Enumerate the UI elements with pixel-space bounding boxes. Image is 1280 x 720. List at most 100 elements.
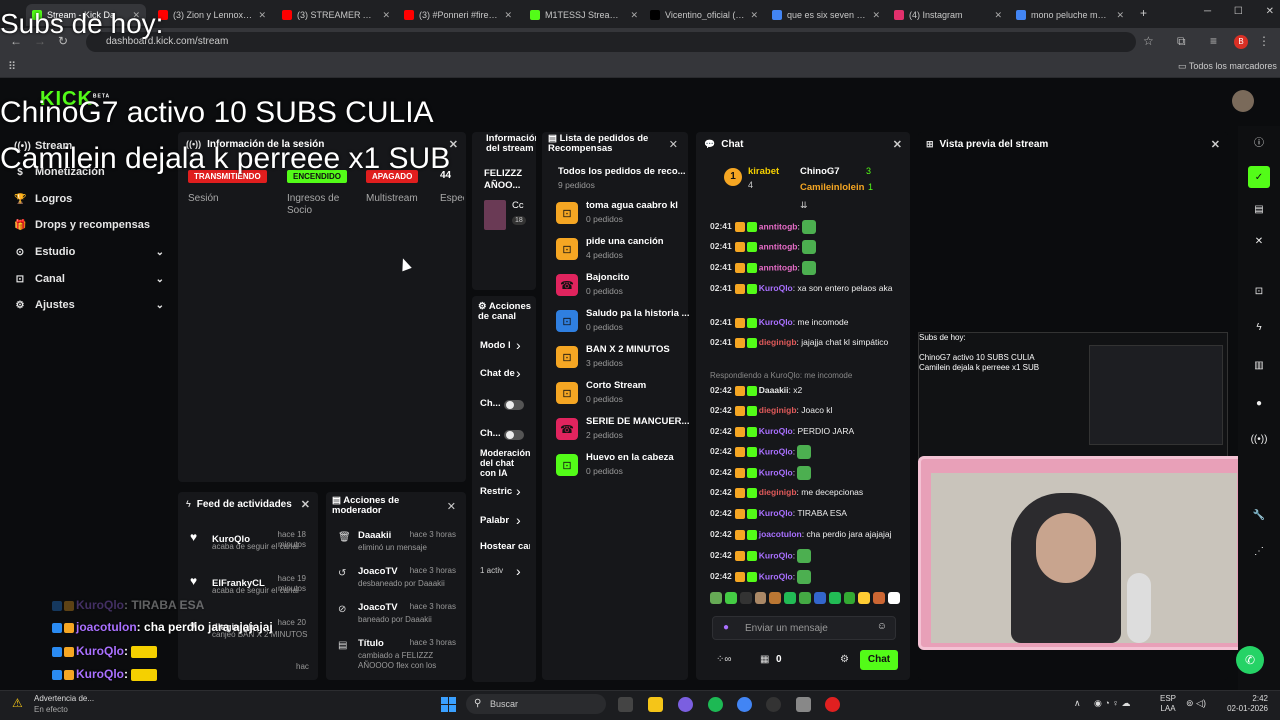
all-requests-label[interactable]: Todos los pedidos de reco...	[558, 166, 686, 177]
chat-username[interactable]: Daaakii	[759, 385, 789, 395]
reward-request-item[interactable]: ⊡ pide una canción 4 pedidos	[556, 236, 696, 268]
reward-request-item[interactable]: ⊡ Corto Stream 0 pedidos	[556, 380, 696, 412]
discord-icon[interactable]	[678, 697, 693, 712]
broadcast-rail-icon[interactable]: ((•))	[1248, 428, 1270, 450]
share-icon[interactable]: ⋰	[1248, 540, 1270, 562]
emote-icon[interactable]	[724, 592, 737, 604]
layout-icon[interactable]: ▤	[1248, 198, 1270, 220]
profile-avatar[interactable]: B	[1234, 35, 1248, 49]
emote-icon[interactable]	[710, 592, 722, 604]
chat-username[interactable]: KuroQlo	[759, 317, 793, 327]
emote-icon[interactable]	[799, 592, 811, 604]
chevron-right-icon[interactable]: ›	[516, 512, 521, 528]
close-window-icon[interactable]: ✕	[1266, 6, 1274, 17]
channel-action-item[interactable]: Restric	[480, 486, 530, 497]
tab-close-icon[interactable]: ✕	[504, 10, 512, 21]
chat-username[interactable]: KuroQlo	[759, 446, 793, 456]
browser-tab[interactable]: (3) #Ponneri #firecra ✕	[398, 4, 518, 26]
emote-icon[interactable]	[858, 592, 871, 604]
emote-icon[interactable]	[754, 592, 767, 604]
maximize-icon[interactable]: ☐	[1234, 6, 1243, 17]
spotify-icon[interactable]	[708, 697, 723, 712]
close-icon[interactable]: ✕	[893, 138, 902, 151]
close-icon[interactable]: ✕	[301, 498, 310, 511]
close-rail-icon[interactable]: ✕	[1248, 230, 1270, 252]
task-view-icon[interactable]	[618, 697, 633, 712]
extensions-icon[interactable]: ⧉	[1177, 34, 1186, 49]
sidebar-item-drops[interactable]: 🎁 Drops y recompensas	[14, 215, 164, 235]
category-thumbnail[interactable]	[484, 200, 506, 230]
browser-tab[interactable]: (4) Instagram ✕	[888, 4, 1008, 26]
top-gifter-name[interactable]: Camileinlolein	[800, 182, 864, 193]
store-icon[interactable]: ▦	[760, 654, 769, 665]
taskbar-search[interactable]: ⚲ Buscar	[466, 694, 606, 714]
chat-username[interactable]: KuroQlo	[759, 426, 793, 436]
chat-username[interactable]: dieginigb	[759, 405, 797, 415]
network-volume-icons[interactable]: ⊚ ◁)	[1186, 698, 1206, 709]
mic-icon[interactable]: ●	[723, 622, 729, 633]
emote-icon[interactable]	[769, 592, 782, 604]
chevron-right-icon[interactable]: ›	[516, 365, 521, 381]
browser-tab[interactable]: (3) STREAMER ALCO ✕	[276, 4, 396, 26]
sidebar-item-ajustes[interactable]: ⚙ Ajustes ⌄	[14, 295, 164, 315]
chat-username[interactable]: KuroQlo	[759, 283, 793, 293]
chat-username[interactable]: dieginigb	[759, 337, 797, 347]
channel-action-item[interactable]: Palabr	[480, 515, 530, 526]
emote-icon[interactable]	[739, 592, 752, 604]
reward-request-item[interactable]: ⊡ toma agua caabro kl 0 pedidos	[556, 200, 696, 232]
tab-close-icon[interactable]: ✕	[750, 10, 758, 21]
tray-chevron-icon[interactable]: ∧	[1074, 698, 1081, 709]
tab-close-icon[interactable]: ✕	[630, 10, 638, 21]
language-indicator[interactable]: ESP LAA	[1160, 694, 1176, 714]
tab-close-icon[interactable]: ✕	[258, 10, 266, 21]
chat-rail-icon[interactable]: ●	[1248, 392, 1270, 414]
chat-username[interactable]: anntitogb	[759, 262, 798, 272]
reward-request-item[interactable]: ⊡ BAN X 2 MINUTOS 3 pedidos	[556, 344, 696, 376]
tray-icons[interactable]: ◉ ◔ ♀ ☁	[1094, 698, 1131, 709]
chat-username[interactable]: anntitogb	[759, 241, 798, 251]
reward-request-item[interactable]: ⊡ Saludo pa la historia ... 0 pedidos	[556, 308, 696, 340]
channel-action-item[interactable]: Chat de	[480, 368, 530, 379]
wrench-icon[interactable]: 🔧	[1248, 504, 1270, 526]
file-explorer-icon[interactable]	[648, 697, 663, 712]
chat-input[interactable]: ● Enviar un mensaje ☺	[712, 616, 896, 640]
points-icon[interactable]: ⁘∞	[716, 654, 732, 665]
reward-request-item[interactable]: ☎ SERIE DE MANCUER... 2 pedidos	[556, 416, 696, 448]
chat-username[interactable]: KuroQlo	[759, 508, 793, 518]
tab-close-icon[interactable]: ✕	[382, 10, 390, 21]
tab-close-icon[interactable]: ✕	[872, 10, 880, 21]
pin-icon[interactable]: ⇊	[800, 200, 808, 211]
activity-user[interactable]: KuroQlo	[212, 534, 250, 545]
emote-icon[interactable]	[888, 592, 900, 604]
record-icon[interactable]	[825, 697, 840, 712]
sidebar-item-canal[interactable]: ⊡ Canal ⌄	[14, 269, 164, 289]
clock[interactable]: 2:42 02-01-2026	[1222, 694, 1268, 714]
media-icon[interactable]: ≡	[1210, 34, 1217, 48]
chat-username[interactable]: KuroQlo	[759, 550, 793, 560]
url-field[interactable]: dashboard.kick.com/stream	[86, 32, 1136, 52]
notes-icon[interactable]: ▥	[1248, 354, 1270, 376]
menu-icon[interactable]: ⋮	[1258, 34, 1270, 48]
whatsapp-icon[interactable]: ✆	[1236, 646, 1264, 674]
channel-action-item[interactable]: Modo l	[480, 340, 530, 351]
chevron-right-icon[interactable]: ›	[516, 483, 521, 499]
app-icon[interactable]	[796, 697, 811, 712]
warning-icon[interactable]: ⚠	[12, 696, 23, 710]
top-gifter-name[interactable]: ChinoG7	[800, 166, 840, 177]
top-gifter-name[interactable]: kirabet	[748, 166, 779, 177]
minimize-icon[interactable]: ─	[1204, 6, 1211, 17]
chat-username[interactable]: joacotulon	[759, 529, 802, 539]
user-avatar[interactable]	[1232, 90, 1254, 112]
info-icon[interactable]: ⓘ	[1248, 130, 1270, 152]
obs-icon[interactable]	[766, 697, 781, 712]
apps-grid-icon[interactable]: ⠿	[8, 60, 16, 73]
close-icon[interactable]: ✕	[1211, 138, 1220, 151]
reward-request-item[interactable]: ☎ Bajoncito 0 pedidos	[556, 272, 696, 304]
chevron-down-icon[interactable]: ⌄	[156, 300, 164, 311]
emoji-icon[interactable]: ☺	[877, 621, 887, 632]
toggle-switch[interactable]	[504, 430, 524, 440]
browser-tab[interactable]: (3) Zion y Lennox - H ✕	[152, 4, 272, 26]
browser-tab[interactable]: M1TESSJ Stream - W ✕	[524, 4, 644, 26]
windows-start-icon[interactable]	[441, 697, 456, 712]
emote-icon[interactable]	[813, 592, 826, 604]
